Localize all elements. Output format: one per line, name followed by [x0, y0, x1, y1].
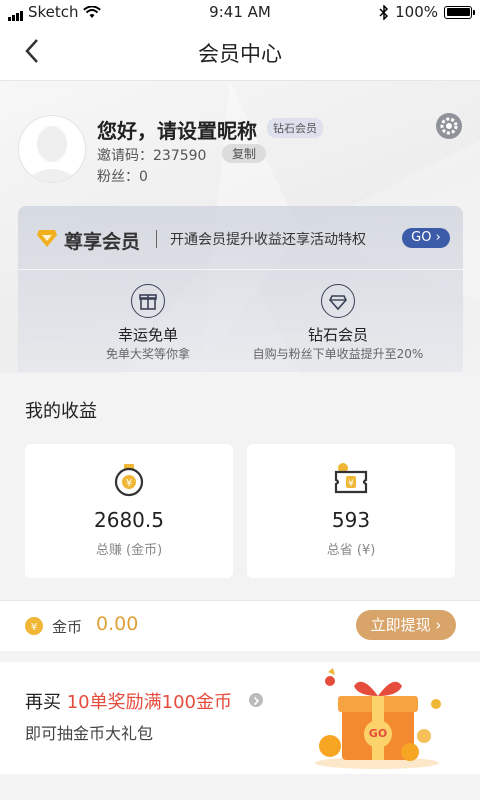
perk-subtitle: 自购与粉丝下单收益提升至20% [252, 347, 424, 361]
diamond-icon [321, 284, 355, 318]
vip-title: 尊享会员 [64, 231, 141, 253]
coin-label: 金币 [52, 618, 83, 636]
battery-percent: 100% [395, 3, 438, 21]
fans-label: 粉丝： [97, 169, 139, 185]
section-title: 我的收益 [25, 401, 97, 422]
promo-title: 再买 10单奖励满100金币 [25, 688, 232, 714]
fans: 粉丝：0 [97, 166, 148, 186]
member-badge: 钻石会员 [267, 118, 323, 138]
settings-button[interactable] [436, 113, 462, 139]
invite-code-label: 邀请码： [97, 148, 153, 164]
income-label: 总赚 (金币) [95, 543, 163, 558]
battery-icon [444, 5, 475, 19]
gear-icon [440, 117, 458, 135]
svg-text:¥: ¥ [31, 622, 37, 633]
nickname[interactable]: 您好，请设置昵称 [97, 115, 257, 144]
promo-highlight: 10单奖励满100金币 [66, 692, 232, 713]
coupon-icon: ¥ [334, 463, 368, 494]
go-button[interactable]: GO › [402, 228, 450, 248]
coin-icon: ¥ [25, 617, 43, 635]
avatar[interactable] [18, 115, 86, 183]
divider [18, 269, 463, 270]
go-label: GO [411, 230, 432, 245]
income-value: 593 [331, 508, 371, 532]
nav-bar: 会员中心 [0, 24, 480, 81]
perk-diamond-member[interactable]: 钻石会员 自购与粉丝下单收益提升至20% [238, 284, 438, 361]
withdraw-label: 立即提现 [370, 616, 431, 634]
income-value: 2680.5 [94, 508, 164, 532]
invite-code-value: 237590 [153, 148, 207, 164]
gift-box-icon [315, 668, 441, 769]
promo-prefix: 再买 [25, 692, 67, 713]
perk-lucky-free[interactable]: 幸运免单 免单大奖等你拿 [78, 284, 218, 361]
gift-icon [131, 284, 165, 318]
income-card-saved[interactable]: ¥ 593 总省 (¥) [247, 444, 455, 578]
chevron-right-icon [249, 693, 263, 707]
perk-title: 钻石会员 [307, 326, 368, 344]
promo-subtitle: 即可抽金币大礼包 [25, 724, 154, 743]
income-label: 总省 (¥) [326, 543, 376, 558]
default-avatar-icon [23, 126, 81, 182]
divider [156, 230, 157, 248]
diamond-badge-icon [37, 230, 57, 247]
vip-description: 开通会员提升收益还享活动特权 [170, 232, 366, 248]
income-card-earned[interactable]: ¥ 2680.5 总赚 (金币) [25, 444, 233, 578]
coin-bag-icon: ¥ [114, 464, 144, 497]
svg-text:¥: ¥ [348, 479, 354, 489]
status-bar: Sketch 9:41 AM 100% [0, 0, 480, 24]
fans-count: 0 [139, 169, 148, 185]
bluetooth-icon [379, 4, 389, 20]
copy-button[interactable]: 复制 [222, 144, 267, 163]
svg-text:¥: ¥ [126, 478, 132, 489]
coin-balance-row: ¥ 金币 0.00 立即提现 › [0, 600, 480, 651]
perk-title: 幸运免单 [117, 326, 178, 344]
income-section: 我的收益 ¥ 2680.5 总赚 (金币) ¥ 593 总省 (¥) [0, 373, 480, 600]
promo-banner[interactable]: 再买 10单奖励满100金币 即可抽金币大礼包 GO [0, 662, 480, 774]
withdraw-button[interactable]: 立即提现 › [356, 610, 456, 640]
page-title: 会员中心 [198, 42, 282, 66]
vip-card[interactable]: 尊享会员 开通会员提升收益还享活动特权 GO › 幸运免单 免单大奖等你拿 钻石… [18, 206, 463, 372]
perk-subtitle: 免单大奖等你拿 [105, 347, 190, 361]
gift-go-label: GO [368, 727, 388, 740]
invite-code: 邀请码：237590 [97, 145, 206, 165]
coin-balance: 0.00 [96, 613, 139, 635]
profile-header: 您好，请设置昵称 钻石会员 邀请码：237590 复制 粉丝：0 尊享会员 开通… [0, 81, 480, 373]
status-right: 100% [379, 3, 475, 21]
